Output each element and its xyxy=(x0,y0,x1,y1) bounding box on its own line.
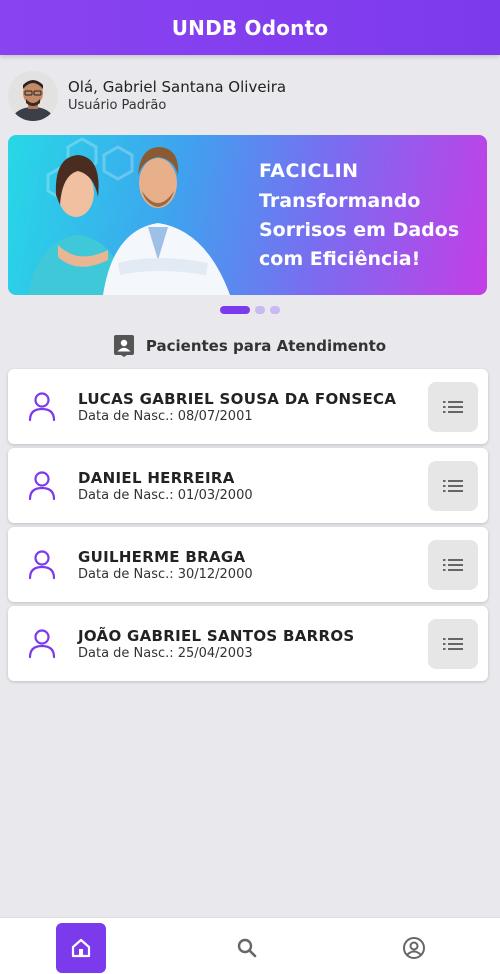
search-icon xyxy=(237,938,257,958)
carousel-dot-active[interactable] xyxy=(220,306,250,314)
nav-search-button[interactable] xyxy=(222,923,272,973)
nav-profile-button[interactable] xyxy=(389,923,439,973)
section-title: Pacientes para Atendimento xyxy=(145,337,387,355)
patient-dob: Data de Nasc.: 25/04/2003 xyxy=(78,646,253,661)
bottom-nav xyxy=(0,917,500,974)
banner-line-3: com Eficiência! xyxy=(259,248,421,270)
dob-value: 08/07/2001 xyxy=(177,409,253,424)
list-icon xyxy=(443,559,463,571)
contact-card-icon xyxy=(113,335,134,357)
patient-details-button[interactable] xyxy=(428,382,478,432)
dob-value: 30/12/2000 xyxy=(177,567,253,582)
patient-dob: Data de Nasc.: 01/03/2000 xyxy=(78,488,253,503)
app-title: UNDB Odonto xyxy=(171,15,329,40)
patient-dob: Data de Nasc.: 08/07/2001 xyxy=(78,409,253,424)
banner-brand: FACICLIN xyxy=(259,160,359,182)
dob-label: Data de Nasc.: xyxy=(78,567,174,582)
app-bar: UNDB Odonto xyxy=(0,0,500,55)
user-photo-icon xyxy=(8,71,58,121)
section-header: Pacientes para Atendimento xyxy=(0,335,500,357)
patient-name: JOÃO GABRIEL SANTOS BARROS xyxy=(78,627,355,645)
dob-label: Data de Nasc.: xyxy=(78,409,174,424)
patient-details-button[interactable] xyxy=(428,461,478,511)
account-circle-icon xyxy=(403,937,425,959)
patient-card[interactable]: LUCAS GABRIEL SOUSA DA FONSECA Data de N… xyxy=(8,369,488,444)
list-icon xyxy=(443,638,463,650)
patient-name: LUCAS GABRIEL SOUSA DA FONSECA xyxy=(78,390,397,408)
carousel-indicator xyxy=(0,306,500,314)
patient-card[interactable]: DANIEL HERREIRA Data de Nasc.: 01/03/2000 xyxy=(8,448,488,523)
banner-line-2: Sorrisos em Dados xyxy=(259,219,460,241)
banner-line-1: Transformando xyxy=(259,190,421,212)
patient-list: LUCAS GABRIEL SOUSA DA FONSECA Data de N… xyxy=(8,369,488,685)
dob-label: Data de Nasc.: xyxy=(78,488,174,503)
list-icon xyxy=(443,480,463,492)
dob-label: Data de Nasc.: xyxy=(78,646,174,661)
patient-dob: Data de Nasc.: 30/12/2000 xyxy=(78,567,253,582)
user-role: Usuário Padrão xyxy=(68,98,167,113)
carousel-dot[interactable] xyxy=(270,306,280,314)
person-icon xyxy=(28,550,56,580)
home-icon xyxy=(71,938,91,958)
person-icon xyxy=(28,629,56,659)
user-header: Olá, Gabriel Santana Oliveira Usuário Pa… xyxy=(8,70,492,122)
person-icon xyxy=(28,471,56,501)
user-text: Olá, Gabriel Santana Oliveira Usuário Pa… xyxy=(68,77,286,115)
list-icon xyxy=(443,401,463,413)
promo-banner[interactable]: FACICLIN Transformando Sorrisos em Dados… xyxy=(8,135,487,295)
patient-name: DANIEL HERREIRA xyxy=(78,469,235,487)
patient-name: GUILHERME BRAGA xyxy=(78,548,246,566)
dob-value: 25/04/2003 xyxy=(177,646,253,661)
dob-value: 01/03/2000 xyxy=(177,488,253,503)
patient-details-button[interactable] xyxy=(428,619,478,669)
user-greeting: Olá, Gabriel Santana Oliveira xyxy=(68,78,287,96)
patient-card[interactable]: GUILHERME BRAGA Data de Nasc.: 30/12/2000 xyxy=(8,527,488,602)
avatar[interactable] xyxy=(8,71,58,121)
patient-card[interactable]: JOÃO GABRIEL SANTOS BARROS Data de Nasc.… xyxy=(8,606,488,681)
carousel-dot[interactable] xyxy=(255,306,265,314)
patient-details-button[interactable] xyxy=(428,540,478,590)
person-icon xyxy=(28,392,56,422)
banner-text: FACICLIN Transformando Sorrisos em Dados… xyxy=(259,157,459,274)
nav-home-button[interactable] xyxy=(56,923,106,973)
